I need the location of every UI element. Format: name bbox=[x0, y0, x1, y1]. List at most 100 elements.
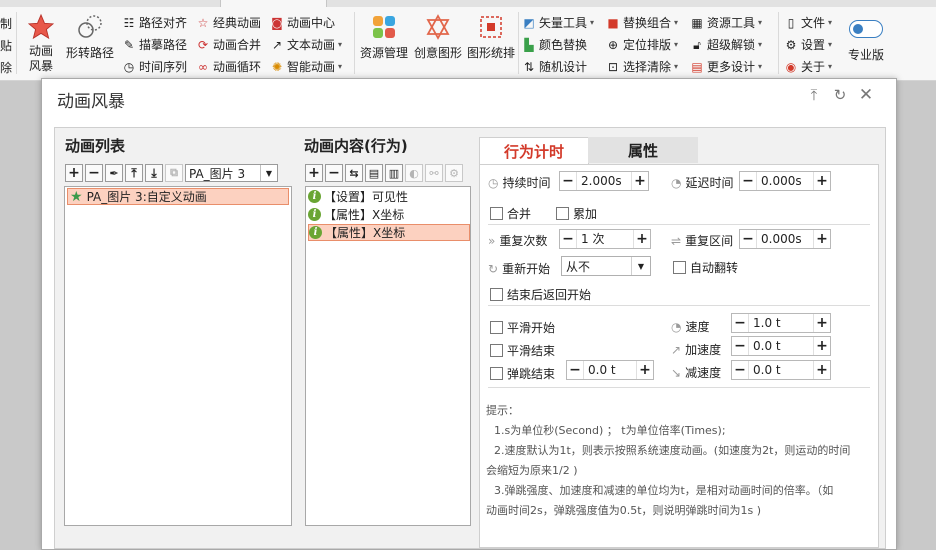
plus-icon[interactable]: + bbox=[814, 361, 830, 379]
pin-icon[interactable]: ⤒ bbox=[804, 85, 824, 105]
anim-list[interactable]: ★ PA_图片 3:自定义动画 bbox=[64, 186, 292, 526]
select-clear-button[interactable]: ⊡ 选择清除 ▾ bbox=[606, 58, 678, 75]
auto-reverse-checkbox[interactable]: 自动翻转 bbox=[673, 259, 738, 276]
minus-icon[interactable]: − bbox=[732, 337, 748, 355]
anim-storm-button[interactable]: 动画风暴 bbox=[28, 13, 54, 74]
anim-merge-button[interactable]: ⟳ 动画合并 bbox=[196, 36, 261, 53]
duration-value[interactable]: 2.000s bbox=[576, 172, 632, 190]
plus-icon[interactable]: + bbox=[814, 337, 830, 355]
random-design-button[interactable]: ⇅ 随机设计 bbox=[522, 58, 587, 75]
resource-mgmt-button[interactable]: 资源管理 bbox=[360, 14, 408, 61]
brush-button[interactable]: ✒ bbox=[105, 164, 123, 182]
minus-icon[interactable]: − bbox=[740, 172, 756, 190]
add-behavior-button[interactable]: + bbox=[305, 164, 323, 182]
minus-icon[interactable]: − bbox=[740, 230, 756, 248]
more-design-button[interactable]: ▤ 更多设计 ▾ bbox=[690, 58, 762, 75]
settings-menu-button[interactable]: ⚙ 设置 ▾ bbox=[784, 36, 832, 53]
clipboard-button[interactable]: ▤ bbox=[365, 164, 383, 182]
decel-stepper[interactable]: − 0.0 t + bbox=[731, 360, 831, 380]
add-anim-button[interactable]: + bbox=[65, 164, 83, 182]
super-unlock-button[interactable]: 🔓︎ 超级解锁 ▾ bbox=[690, 36, 762, 53]
minus-icon[interactable]: − bbox=[732, 314, 748, 332]
plus-icon[interactable]: + bbox=[814, 314, 830, 332]
bounce-stepper[interactable]: − 0.0 t + bbox=[566, 360, 654, 380]
checkbox-box[interactable] bbox=[490, 344, 503, 357]
plus-icon[interactable]: + bbox=[814, 172, 830, 190]
minus-icon[interactable]: − bbox=[732, 361, 748, 379]
checkbox-box[interactable] bbox=[490, 288, 503, 301]
replace-group-button[interactable]: ■ 替换组合 ▾ bbox=[606, 14, 678, 31]
minus-icon[interactable]: − bbox=[560, 172, 576, 190]
delay-value[interactable]: 0.000s bbox=[756, 172, 814, 190]
position-layout-button[interactable]: ⊕ 定位排版 ▾ bbox=[606, 36, 678, 53]
ribbon-active-tab[interactable] bbox=[220, 0, 327, 7]
smooth-end-checkbox[interactable]: 平滑结束 bbox=[490, 342, 555, 359]
plus-icon[interactable]: + bbox=[634, 230, 650, 248]
merge-checkbox[interactable]: 合并 bbox=[490, 205, 531, 222]
checkbox-box[interactable] bbox=[673, 261, 686, 274]
resource-tools-button[interactable]: ▦ 资源工具 ▾ bbox=[690, 14, 762, 31]
shape-path-button[interactable]: 形转路径 bbox=[66, 14, 114, 61]
decel-value[interactable]: 0.0 t bbox=[748, 361, 814, 379]
link-button[interactable]: ⚯ bbox=[425, 164, 443, 182]
checkbox-box[interactable] bbox=[490, 321, 503, 334]
copy-button[interactable]: ⧉ bbox=[165, 164, 183, 182]
minus-icon[interactable]: − bbox=[560, 230, 576, 248]
repeat-range-stepper[interactable]: − 0.000s + bbox=[739, 229, 831, 249]
trace-path-button[interactable]: ✎ 描摹路径 bbox=[122, 36, 187, 53]
smooth-start-checkbox[interactable]: 平滑开始 bbox=[490, 319, 555, 336]
behavior-list[interactable]: i 【设置】可见性 i 【属性】X坐标 i 【属性】X坐标 bbox=[305, 186, 471, 526]
repeat-stepper[interactable]: − 1 次 + bbox=[559, 229, 651, 249]
accumulate-checkbox[interactable]: 累加 bbox=[556, 205, 597, 222]
bounce-end-checkbox[interactable]: 弹跳结束 bbox=[490, 365, 555, 382]
anim-center-button[interactable]: ◙ 动画中心 bbox=[270, 14, 335, 31]
restart-select[interactable]: 从不 ▼ bbox=[561, 256, 651, 276]
swap-button[interactable]: ⇆ bbox=[345, 164, 363, 182]
classic-anim-button[interactable]: ☆ 经典动画 bbox=[196, 14, 261, 31]
close-icon[interactable]: ✕ bbox=[856, 85, 876, 105]
time-sequence-button[interactable]: ◷ 时间序列 bbox=[122, 58, 187, 75]
repeat-range-value[interactable]: 0.000s bbox=[756, 230, 814, 248]
list-item[interactable]: i 【属性】X坐标 bbox=[308, 224, 470, 241]
remove-behavior-button[interactable]: − bbox=[325, 164, 343, 182]
return-start-checkbox[interactable]: 结束后返回开始 bbox=[490, 286, 591, 303]
list-item[interactable]: ★ PA_图片 3:自定义动画 bbox=[67, 188, 289, 205]
checkbox-box[interactable] bbox=[490, 207, 503, 220]
speed-value[interactable]: 1.0 t bbox=[748, 314, 814, 332]
remove-anim-button[interactable]: − bbox=[85, 164, 103, 182]
duration-stepper[interactable]: − 2.000s + bbox=[559, 171, 649, 191]
contrast-button[interactable]: ◐ bbox=[405, 164, 423, 182]
list-item[interactable]: i 【属性】X坐标 bbox=[308, 206, 468, 223]
creative-shape-button[interactable]: 创意图形 bbox=[414, 14, 462, 61]
color-replace-button[interactable]: ▙ 颜色替换 bbox=[522, 36, 587, 53]
smart-anim-button[interactable]: ✺ 智能动画 ▾ bbox=[270, 58, 342, 75]
path-align-button[interactable]: ☷ 路径对齐 bbox=[122, 14, 187, 31]
repeat-value[interactable]: 1 次 bbox=[576, 230, 634, 248]
plus-icon[interactable]: + bbox=[637, 361, 653, 379]
move-up-button[interactable]: ⤒ bbox=[125, 164, 143, 182]
tab-timing[interactable]: 行为计时 bbox=[479, 137, 589, 164]
file-menu-button[interactable]: ▯ 文件 ▾ bbox=[784, 14, 832, 31]
pro-toggle[interactable]: 专业版 bbox=[848, 20, 884, 63]
bounce-value[interactable]: 0.0 t bbox=[583, 361, 637, 379]
minus-icon[interactable]: − bbox=[567, 361, 583, 379]
paste-button[interactable]: ▥ bbox=[385, 164, 403, 182]
plus-icon[interactable]: + bbox=[814, 230, 830, 248]
delay-stepper[interactable]: − 0.000s + bbox=[739, 171, 831, 191]
about-menu-button[interactable]: ◉ 关于 ▾ bbox=[784, 58, 832, 75]
anim-target-select[interactable]: PA_图片 3 ▼ bbox=[185, 164, 278, 182]
speed-stepper[interactable]: − 1.0 t + bbox=[731, 313, 831, 333]
accel-stepper[interactable]: − 0.0 t + bbox=[731, 336, 831, 356]
vector-tools-button[interactable]: ◩ 矢量工具 ▾ bbox=[522, 14, 594, 31]
move-down-button[interactable]: ⤓ bbox=[145, 164, 163, 182]
checkbox-box[interactable] bbox=[490, 367, 503, 380]
refresh-icon[interactable]: ↻ bbox=[830, 85, 850, 105]
plus-icon[interactable]: + bbox=[632, 172, 648, 190]
shape-layout-button[interactable]: 图形统排 bbox=[467, 14, 515, 61]
settings-button[interactable]: ⚙ bbox=[445, 164, 463, 182]
text-anim-button[interactable]: ↗ 文本动画 ▾ bbox=[270, 36, 342, 53]
anim-loop-button[interactable]: ∞ 动画循环 bbox=[196, 58, 261, 75]
checkbox-box[interactable] bbox=[556, 207, 569, 220]
tab-properties[interactable]: 属性 bbox=[588, 137, 698, 163]
accel-value[interactable]: 0.0 t bbox=[748, 337, 814, 355]
